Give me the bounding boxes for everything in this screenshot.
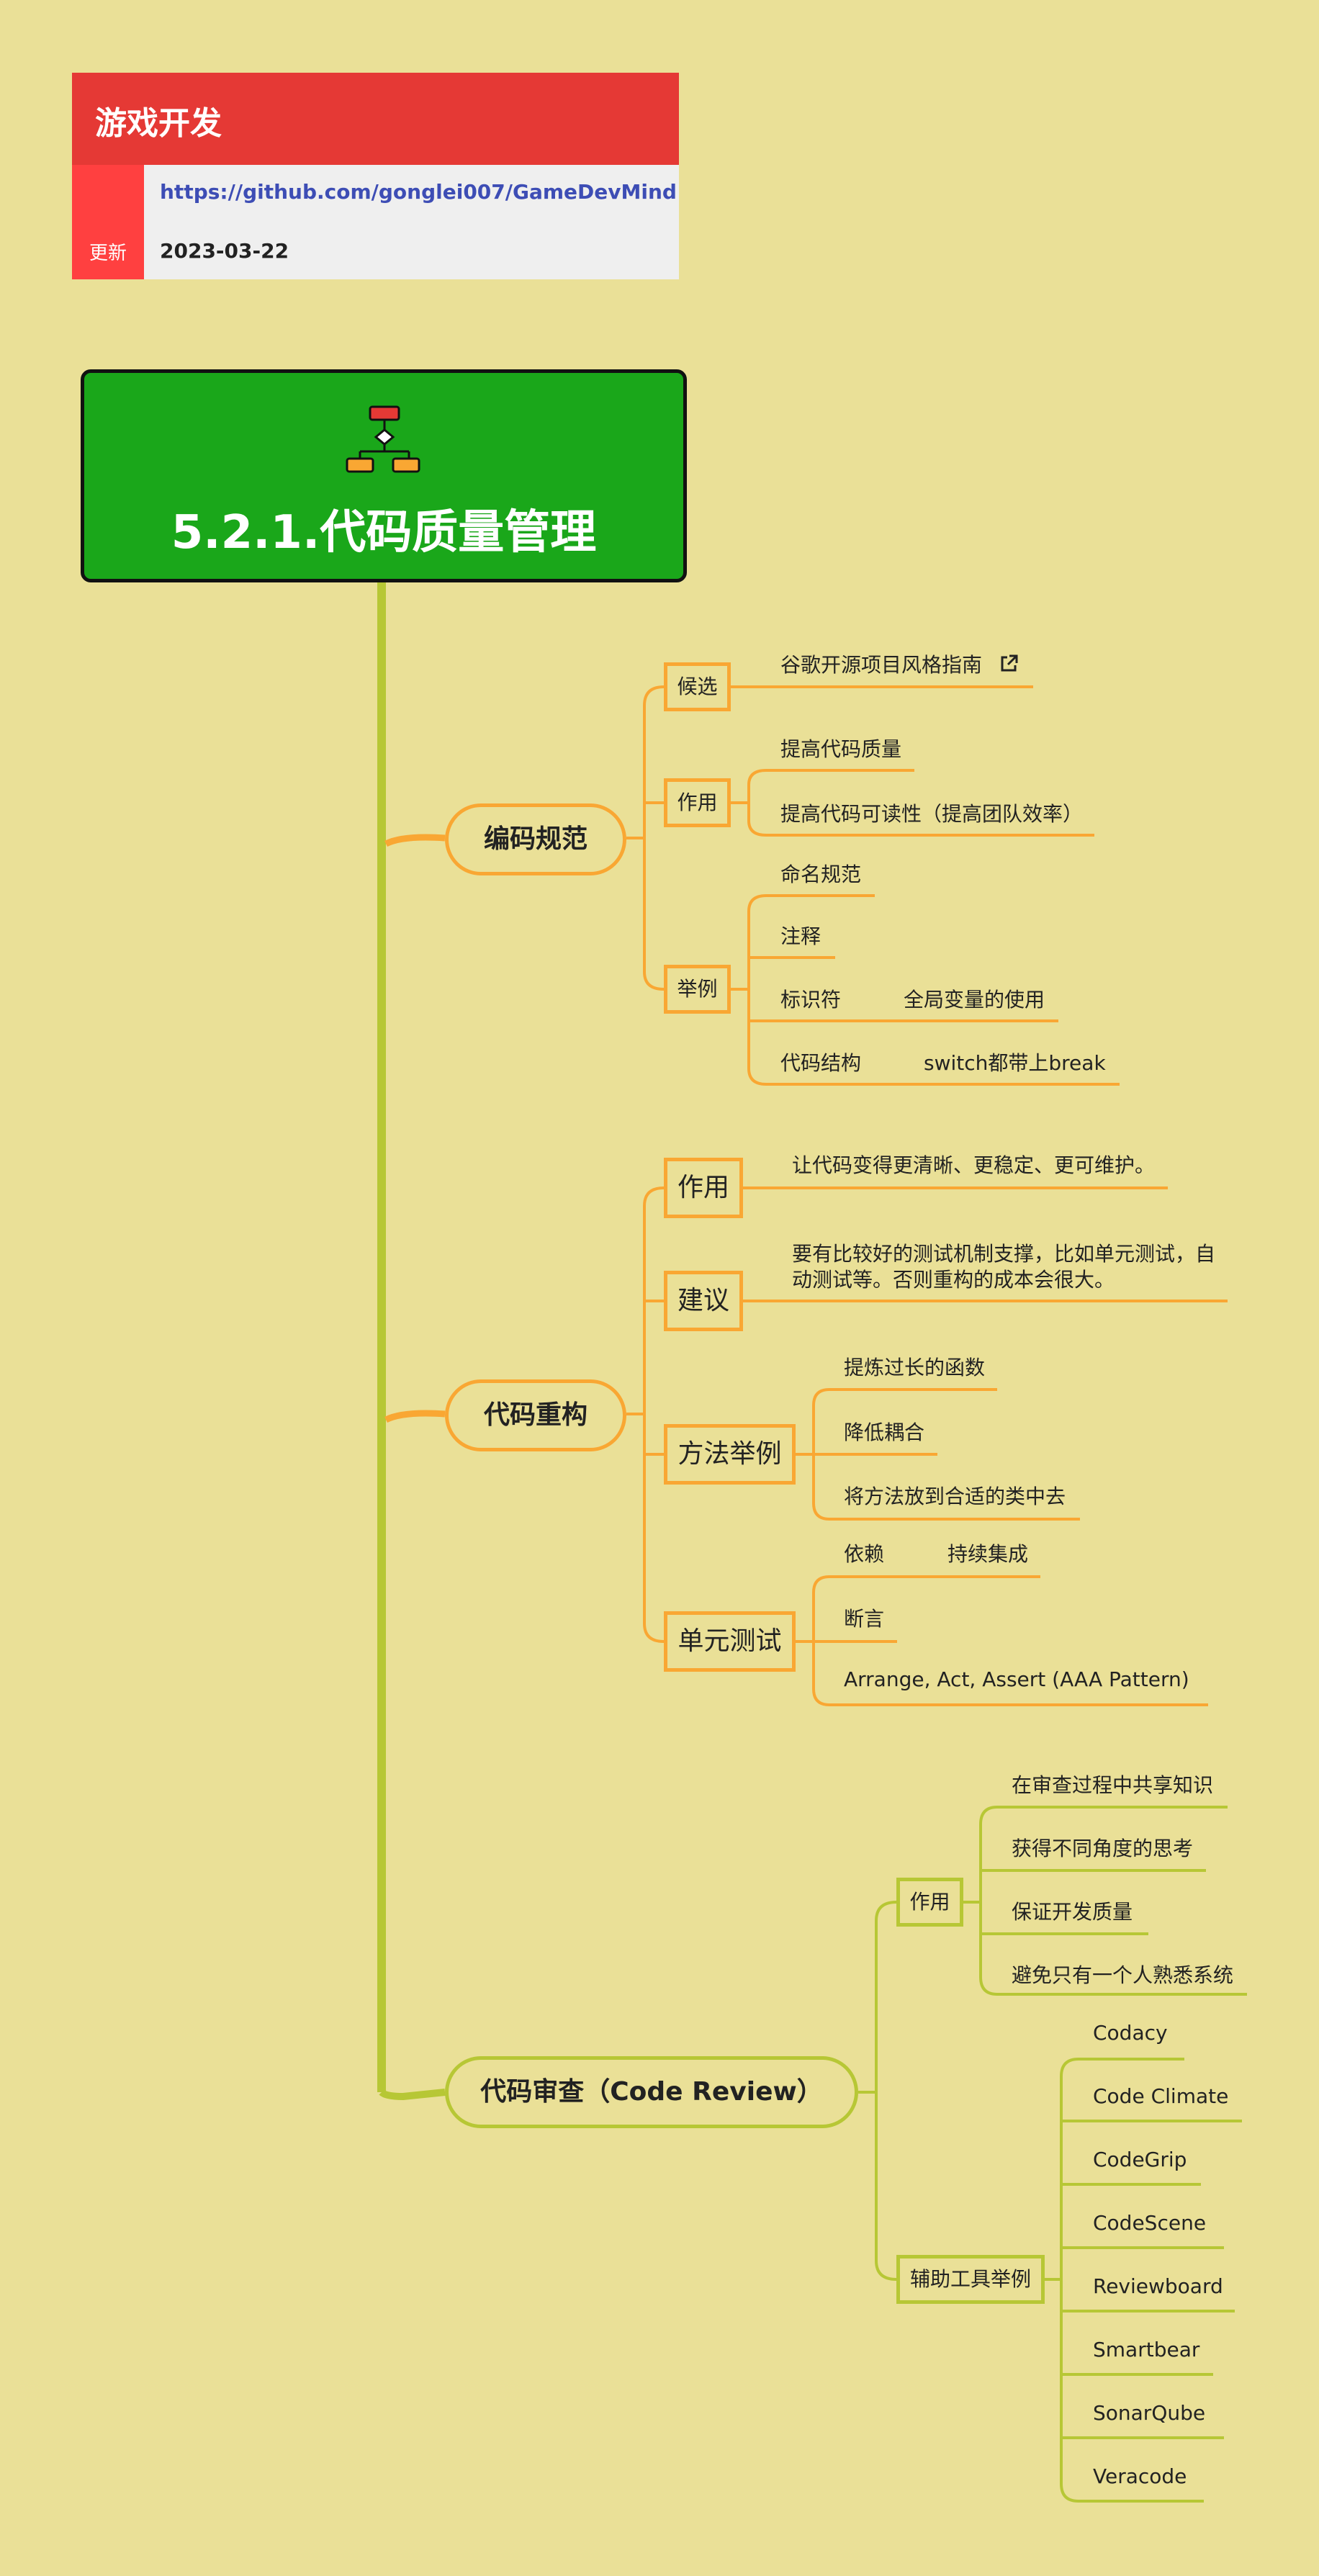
leaf-tool: CodeGrip	[1093, 2148, 1187, 2171]
topic-code-review[interactable]: 代码审查（Code Review）	[445, 2056, 858, 2128]
node-candidate[interactable]: 候选	[664, 662, 731, 711]
node-label: 作用	[677, 791, 718, 814]
leaf: 提高代码质量	[780, 737, 902, 761]
topic-label: 代码审查（Code Review）	[480, 2077, 823, 2107]
node-advice[interactable]: 建议	[664, 1271, 743, 1331]
header-side-strip: 更新	[72, 165, 144, 279]
node-purpose[interactable]: 作用	[664, 1158, 743, 1218]
leaf: 代码结构	[780, 1051, 862, 1075]
leaf: 提炼过长的函数	[844, 1356, 986, 1379]
leaf: 在审查过程中共享知识	[1012, 1773, 1214, 1797]
leaf: Arrange, Act, Assert (AAA Pattern)	[844, 1667, 1189, 1691]
node-tools-examples[interactable]: 辅助工具举例	[896, 2255, 1045, 2304]
topic-coding-standards[interactable]: 编码规范	[445, 803, 626, 875]
leaf: 全局变量的使用	[904, 988, 1045, 1012]
leaf: 要有比较好的测试机制支撑，比如单元测试，自	[792, 1242, 1216, 1266]
node-label: 辅助工具举例	[909, 2267, 1031, 2291]
leaf-tool: CodeScene	[1093, 2211, 1207, 2235]
leaf: 保证开发质量	[1012, 1900, 1133, 1924]
node-label: 单元测试	[677, 1626, 782, 1656]
leaf-google-style-guide[interactable]: 谷歌开源项目风格指南	[780, 649, 1019, 678]
leaf: 让代码变得更清晰、更稳定、更可维护。	[792, 1153, 1156, 1177]
node-purpose[interactable]: 作用	[664, 778, 731, 827]
leaf: 避免只有一个人熟悉系统	[1012, 1963, 1234, 1987]
header-side-label: 更新	[89, 243, 127, 264]
leaf-tool: Reviewboard	[1093, 2274, 1223, 2298]
node-label: 作用	[677, 1173, 729, 1202]
leaf-tool: Veracode	[1093, 2464, 1187, 2488]
leaf: 依赖	[844, 1542, 885, 1566]
node-unit-testing[interactable]: 单元测试	[664, 1611, 796, 1672]
header-date: 2023-03-22	[160, 239, 289, 263]
node-label: 候选	[677, 675, 718, 698]
topic-label: 编码规范	[483, 824, 588, 854]
leaf: 提高代码可读性（提高团队效率）	[780, 802, 1084, 826]
node-methods[interactable]: 方法举例	[664, 1424, 796, 1485]
external-link-icon[interactable]	[999, 654, 1019, 674]
leaf: 断言	[844, 1607, 885, 1631]
leaf: 命名规范	[780, 863, 862, 886]
leaf: 降低耦合	[844, 1420, 925, 1444]
node-label: 作用	[909, 1890, 950, 1914]
leaf: 动测试等。否则重构的成本会很大。	[792, 1268, 1115, 1292]
node-purpose[interactable]: 作用	[896, 1878, 963, 1927]
topic-refactoring[interactable]: 代码重构	[445, 1379, 626, 1451]
header-title: 游戏开发	[95, 105, 222, 142]
node-label: 建议	[677, 1286, 729, 1315]
header-url-link[interactable]: https://github.com/gonglei007/GameDevMin…	[160, 180, 677, 204]
root-title: 5.2.1.代码质量管理	[171, 506, 597, 559]
leaf: 注释	[780, 924, 821, 948]
leaf: 获得不同角度的思考	[1012, 1837, 1194, 1860]
leaf: 持续集成	[947, 1542, 1029, 1566]
leaf-tool: Codacy	[1093, 2021, 1168, 2045]
header-title-bar: 游戏开发	[72, 73, 679, 165]
node-examples[interactable]: 举例	[664, 965, 731, 1014]
node-label: 举例	[677, 977, 718, 1001]
leaf: 标识符	[780, 988, 842, 1012]
leaf-tool: SonarQube	[1093, 2401, 1206, 2425]
leaf: 将方法放到合适的类中去	[844, 1485, 1066, 1508]
topic-label: 代码重构	[483, 1400, 588, 1430]
node-label: 方法举例	[677, 1439, 782, 1469]
leaf-text: 谷歌开源项目风格指南	[780, 653, 983, 677]
leaf: switch都带上break	[924, 1051, 1106, 1075]
flowchart-icon	[346, 405, 420, 473]
leaf-tool: Smartbear	[1093, 2338, 1200, 2361]
leaf-tool: Code Climate	[1093, 2084, 1229, 2108]
